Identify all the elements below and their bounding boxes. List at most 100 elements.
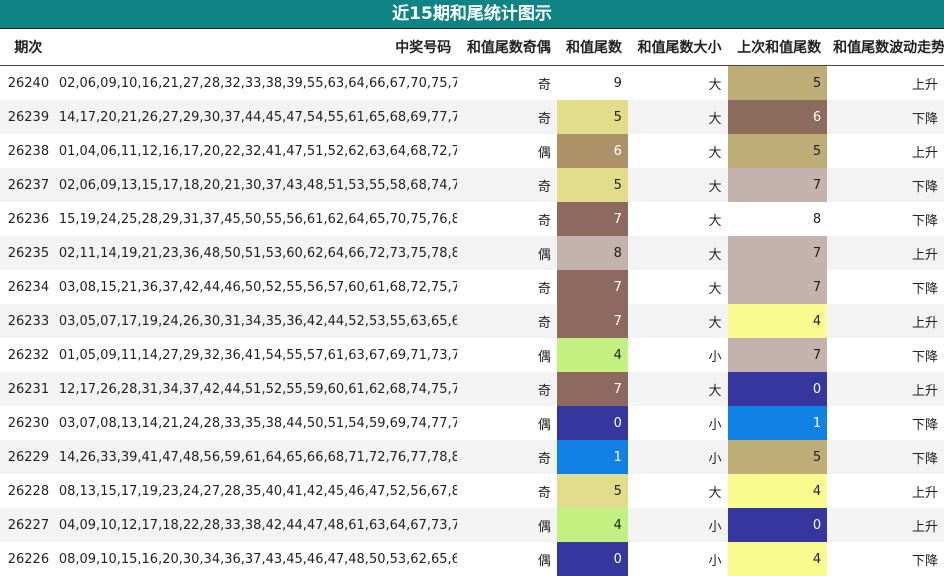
- tail-cell: 6: [557, 134, 628, 168]
- prev-tail-cell: 4: [728, 304, 828, 338]
- big-small-cell: 大: [628, 168, 728, 202]
- prev-tail-cell: 8: [728, 202, 828, 236]
- odd-even-cell: 奇: [457, 372, 557, 406]
- tail-cell: 5: [557, 168, 628, 202]
- big-small-cell: 大: [628, 474, 728, 508]
- trend-cell: 上升: [827, 304, 944, 338]
- table-row: 2622808,13,15,17,19,23,24,27,28,35,40,41…: [0, 474, 944, 508]
- prev-tail-cell: 1: [728, 406, 828, 440]
- stats-table: 期次 中奖号码 和值尾数奇偶 和值尾数 和值尾数大小 上次和值尾数 和值尾数波动…: [0, 29, 944, 576]
- trend-cell: 下降: [827, 100, 944, 134]
- page-title: 近15期和尾统计图示: [0, 0, 944, 29]
- header-odd-even: 和值尾数奇偶: [457, 29, 557, 66]
- tail-cell: 4: [557, 508, 628, 542]
- trend-cell: 下降: [827, 202, 944, 236]
- odd-even-cell: 偶: [457, 134, 557, 168]
- tail-cell: 4: [557, 338, 628, 372]
- table-row: 2623403,08,15,21,36,37,42,44,46,50,52,55…: [0, 270, 944, 304]
- odd-even-cell: 奇: [457, 168, 557, 202]
- table-row: 2622608,09,10,15,16,20,30,34,36,37,43,45…: [0, 542, 944, 576]
- big-small-cell: 大: [628, 66, 728, 101]
- tail-cell: 5: [557, 474, 628, 508]
- prev-tail-cell: 7: [728, 236, 828, 270]
- issue-cell: 26238: [0, 134, 53, 168]
- tail-cell: 5: [557, 100, 628, 134]
- numbers-cell: 15,19,24,25,28,29,31,37,45,50,55,56,61,6…: [53, 202, 457, 236]
- odd-even-cell: 奇: [457, 304, 557, 338]
- big-small-cell: 小: [628, 542, 728, 576]
- issue-cell: 26237: [0, 168, 53, 202]
- issue-cell: 26233: [0, 304, 53, 338]
- numbers-cell: 12,17,26,28,31,34,37,42,44,51,52,55,59,6…: [53, 372, 457, 406]
- big-small-cell: 大: [628, 372, 728, 406]
- odd-even-cell: 奇: [457, 440, 557, 474]
- numbers-cell: 02,11,14,19,21,23,36,48,50,51,53,60,62,6…: [53, 236, 457, 270]
- trend-cell: 上升: [827, 236, 944, 270]
- odd-even-cell: 偶: [457, 338, 557, 372]
- issue-cell: 26232: [0, 338, 53, 372]
- issue-cell: 26227: [0, 508, 53, 542]
- tail-cell: 9: [557, 66, 628, 101]
- prev-tail-cell: 7: [728, 168, 828, 202]
- table-row: 2623615,19,24,25,28,29,31,37,45,50,55,56…: [0, 202, 944, 236]
- tail-cell: 0: [557, 406, 628, 440]
- header-row: 期次 中奖号码 和值尾数奇偶 和值尾数 和值尾数大小 上次和值尾数 和值尾数波动…: [0, 29, 944, 66]
- prev-tail-cell: 4: [728, 474, 828, 508]
- numbers-cell: 08,13,15,17,19,23,24,27,28,35,40,41,42,4…: [53, 474, 457, 508]
- big-small-cell: 大: [628, 304, 728, 338]
- big-small-cell: 小: [628, 508, 728, 542]
- table-body: 2624002,06,09,10,16,21,27,28,32,33,38,39…: [0, 66, 944, 576]
- issue-cell: 26239: [0, 100, 53, 134]
- issue-cell: 26228: [0, 474, 53, 508]
- numbers-cell: 03,08,15,21,36,37,42,44,46,50,52,55,56,5…: [53, 270, 457, 304]
- odd-even-cell: 偶: [457, 508, 557, 542]
- big-small-cell: 大: [628, 202, 728, 236]
- header-issue: 期次: [0, 29, 53, 66]
- trend-cell: 上升: [827, 372, 944, 406]
- numbers-cell: 03,07,08,13,14,21,24,28,33,35,38,44,50,5…: [53, 406, 457, 440]
- odd-even-cell: 偶: [457, 542, 557, 576]
- odd-even-cell: 偶: [457, 406, 557, 440]
- trend-cell: 下降: [827, 542, 944, 576]
- prev-tail-cell: 5: [728, 440, 828, 474]
- numbers-cell: 01,05,09,11,14,27,29,32,36,41,54,55,57,6…: [53, 338, 457, 372]
- header-trend: 和值尾数波动走势: [827, 29, 944, 66]
- odd-even-cell: 奇: [457, 66, 557, 101]
- issue-cell: 26230: [0, 406, 53, 440]
- table-row: 2623502,11,14,19,21,23,36,48,50,51,53,60…: [0, 236, 944, 270]
- issue-cell: 26226: [0, 542, 53, 576]
- table-row: 2623303,05,07,17,19,24,26,30,31,34,35,36…: [0, 304, 944, 338]
- table-row: 2623801,04,06,11,12,16,17,20,22,32,41,47…: [0, 134, 944, 168]
- table-row: 2623003,07,08,13,14,21,24,28,33,35,38,44…: [0, 406, 944, 440]
- tail-cell: 7: [557, 270, 628, 304]
- trend-cell: 下降: [827, 338, 944, 372]
- big-small-cell: 小: [628, 406, 728, 440]
- tail-cell: 7: [557, 372, 628, 406]
- trend-cell: 下降: [827, 406, 944, 440]
- big-small-cell: 大: [628, 236, 728, 270]
- issue-cell: 26240: [0, 66, 53, 101]
- table-row: 2623702,06,09,13,15,17,18,20,21,30,37,43…: [0, 168, 944, 202]
- big-small-cell: 小: [628, 440, 728, 474]
- issue-cell: 26236: [0, 202, 53, 236]
- prev-tail-cell: 5: [728, 134, 828, 168]
- numbers-cell: 04,09,10,12,17,18,22,28,33,38,42,44,47,4…: [53, 508, 457, 542]
- prev-tail-cell: 6: [728, 100, 828, 134]
- numbers-cell: 02,06,09,10,16,21,27,28,32,33,38,39,55,6…: [53, 66, 457, 101]
- numbers-cell: 08,09,10,15,16,20,30,34,36,37,43,45,46,4…: [53, 542, 457, 576]
- odd-even-cell: 偶: [457, 236, 557, 270]
- numbers-cell: 14,17,20,21,26,27,29,30,37,44,45,47,54,5…: [53, 100, 457, 134]
- header-big-small: 和值尾数大小: [628, 29, 728, 66]
- tail-cell: 0: [557, 542, 628, 576]
- table-row: 2622704,09,10,12,17,18,22,28,33,38,42,44…: [0, 508, 944, 542]
- tail-cell: 8: [557, 236, 628, 270]
- trend-cell: 下降: [827, 440, 944, 474]
- table-row: 2624002,06,09,10,16,21,27,28,32,33,38,39…: [0, 66, 944, 101]
- trend-cell: 上升: [827, 66, 944, 101]
- prev-tail-cell: 7: [728, 270, 828, 304]
- odd-even-cell: 奇: [457, 100, 557, 134]
- header-numbers: 中奖号码: [53, 29, 457, 66]
- numbers-cell: 03,05,07,17,19,24,26,30,31,34,35,36,42,4…: [53, 304, 457, 338]
- trend-cell: 上升: [827, 508, 944, 542]
- trend-cell: 下降: [827, 168, 944, 202]
